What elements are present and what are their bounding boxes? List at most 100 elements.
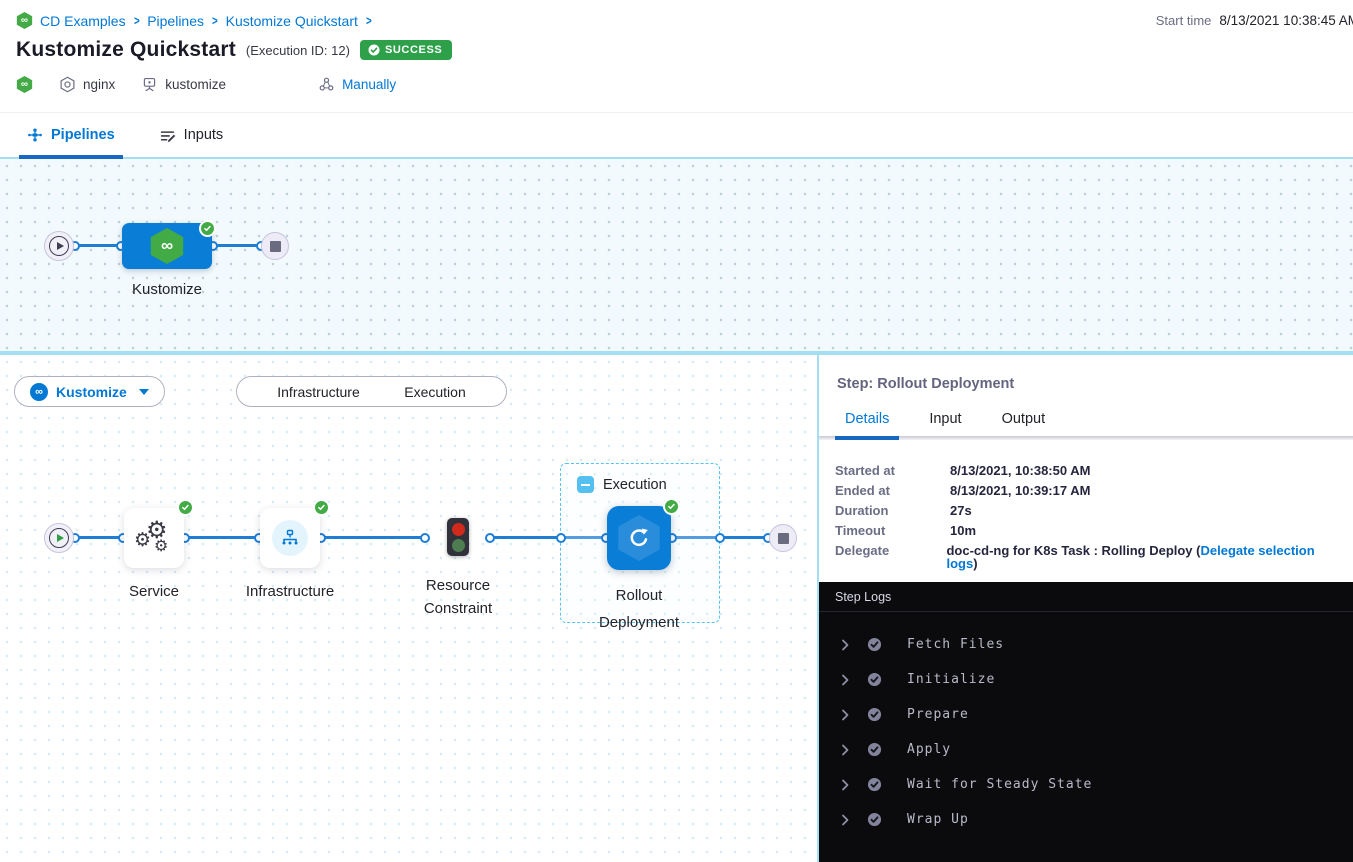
service-gears-icon: ⚙⚙⚙	[132, 518, 176, 558]
success-check-icon	[313, 499, 330, 516]
breadcrumb: ∞ CD Examples > Pipelines > Kustomize Qu…	[16, 12, 1353, 29]
stage-selector-dropdown[interactable]: ∞ Kustomize	[14, 376, 165, 407]
detail-value: 8/13/2021, 10:39:17 AM	[950, 484, 1090, 497]
success-check-icon	[663, 498, 680, 515]
service-name: nginx	[83, 77, 115, 92]
environment-meta: kustomize	[141, 76, 226, 93]
play-icon	[49, 236, 69, 256]
step-node-service[interactable]: ⚙⚙⚙	[124, 508, 184, 568]
success-check-icon	[199, 220, 216, 237]
harness-cd-icon: ∞	[30, 383, 48, 401]
service-icon	[59, 76, 76, 93]
toggle-execution[interactable]: Execution	[404, 384, 465, 400]
edge-connector	[485, 533, 495, 543]
trigger-manually-link[interactable]: Manually	[342, 77, 396, 92]
harness-cd-icon: ∞	[16, 12, 33, 29]
stage-graph-canvas[interactable]: ∞ Kustomize	[0, 157, 1353, 353]
step-details-list: Started at 8/13/2021, 10:38:50 AM Ended …	[819, 440, 1353, 582]
chevron-right-icon[interactable]	[841, 814, 867, 826]
detail-label: Timeout	[835, 524, 950, 537]
log-section-prepare[interactable]: Prepare	[819, 697, 1353, 732]
detail-label: Duration	[835, 504, 950, 517]
chevron-right-icon[interactable]	[841, 779, 867, 791]
edge	[320, 536, 425, 539]
edge-connector	[715, 533, 725, 543]
pipeline-start-node[interactable]	[44, 231, 74, 261]
edge-connector	[420, 533, 430, 543]
collapse-group-icon[interactable]	[577, 476, 594, 493]
log-section-fetch-files[interactable]: Fetch Files	[819, 627, 1353, 662]
execution-graph-canvas[interactable]: ∞ Kustomize Infrastructure Execution Exe…	[0, 355, 817, 862]
step-label-service: Service	[94, 580, 214, 603]
trigger-meta: Manually	[318, 76, 396, 93]
resource-constraint-node[interactable]	[447, 518, 469, 556]
edge	[74, 536, 124, 539]
breadcrumb-kustomize-quickstart[interactable]: Kustomize Quickstart	[226, 13, 358, 29]
check-circle-icon	[867, 637, 907, 652]
chevron-down-icon	[139, 389, 149, 395]
step-label-rollout-deployment: Rollout Deployment	[584, 582, 694, 636]
trigger-icon	[318, 76, 335, 93]
breadcrumb-pipelines[interactable]: Pipelines	[147, 13, 204, 29]
environment-name: kustomize	[165, 77, 226, 92]
hexagon-watermark	[616, 515, 662, 561]
chevron-right-icon[interactable]	[841, 744, 867, 756]
detail-label: Delegate	[835, 544, 946, 570]
tab-pipelines[interactable]: Pipelines	[27, 113, 115, 157]
execution-start-node[interactable]	[44, 523, 74, 553]
check-circle-icon	[867, 672, 907, 687]
stage-selector-label: Kustomize	[56, 384, 127, 400]
tab-inputs-label: Inputs	[184, 127, 224, 143]
check-circle-icon	[867, 812, 907, 827]
check-circle-icon	[368, 44, 380, 56]
start-time-value: 8/13/2021 10:38:45 AM	[1219, 13, 1353, 28]
step-node-rollout-deployment[interactable]	[607, 506, 671, 570]
detail-value: 10m	[950, 524, 976, 537]
breadcrumb-cd-examples[interactable]: CD Examples	[40, 13, 126, 29]
step-logs-header: Step Logs	[819, 582, 1353, 612]
inputs-icon	[159, 127, 176, 144]
step-panel-title: Step: Rollout Deployment	[837, 376, 1353, 392]
environment-icon	[141, 76, 158, 93]
edge-connector	[556, 533, 566, 543]
step-details-panel: Step: Rollout Deployment Details Input O…	[817, 355, 1353, 862]
page-title: Kustomize Quickstart	[16, 38, 236, 62]
edge	[212, 244, 262, 247]
view-toggle: Infrastructure Execution	[236, 376, 507, 407]
toggle-infrastructure[interactable]: Infrastructure	[277, 384, 359, 400]
edge	[184, 536, 260, 539]
detail-value: 8/13/2021, 10:38:50 AM	[950, 464, 1090, 477]
log-section-apply[interactable]: Apply	[819, 732, 1353, 767]
log-section-initialize[interactable]: Initialize	[819, 662, 1353, 697]
tab-input[interactable]: Input	[929, 411, 961, 436]
pipeline-end-node[interactable]	[261, 232, 289, 260]
chevron-right-icon[interactable]	[841, 709, 867, 721]
detail-value: doc-cd-ng for K8s Task : Rolling Deploy …	[946, 544, 1337, 570]
tab-details[interactable]: Details	[845, 411, 889, 436]
tab-pipelines-label: Pipelines	[51, 127, 115, 143]
chevron-right-icon[interactable]	[841, 674, 867, 686]
step-label-resource-constraint: Resource Constraint	[408, 574, 508, 620]
edge	[74, 244, 122, 247]
detail-label: Started at	[835, 464, 950, 477]
step-node-infrastructure[interactable]	[260, 508, 320, 568]
traffic-light-green	[452, 539, 465, 552]
detail-row-ended-at: Ended at 8/13/2021, 10:39:17 AM	[835, 484, 1337, 497]
tab-output[interactable]: Output	[1002, 411, 1046, 436]
success-check-icon	[177, 499, 194, 516]
page-header: ∞ CD Examples > Pipelines > Kustomize Qu…	[0, 0, 1353, 112]
chevron-right-icon: >	[212, 13, 218, 28]
log-section-wrap-up[interactable]: Wrap Up	[819, 802, 1353, 837]
log-section-wait-for-steady-state[interactable]: Wait for Steady State	[819, 767, 1353, 802]
stage-label: Kustomize	[107, 278, 227, 301]
service-meta: nginx	[59, 76, 115, 93]
check-circle-icon	[867, 742, 907, 757]
detail-label: Ended at	[835, 484, 950, 497]
pipelines-icon	[27, 127, 43, 143]
step-panel-tabs: Details Input Output	[819, 411, 1353, 436]
step-label-infrastructure: Infrastructure	[230, 580, 350, 603]
execution-end-node[interactable]	[769, 524, 797, 552]
execution-group-label: Execution	[603, 477, 667, 493]
tab-inputs[interactable]: Inputs	[159, 113, 224, 157]
chevron-right-icon[interactable]	[841, 639, 867, 651]
